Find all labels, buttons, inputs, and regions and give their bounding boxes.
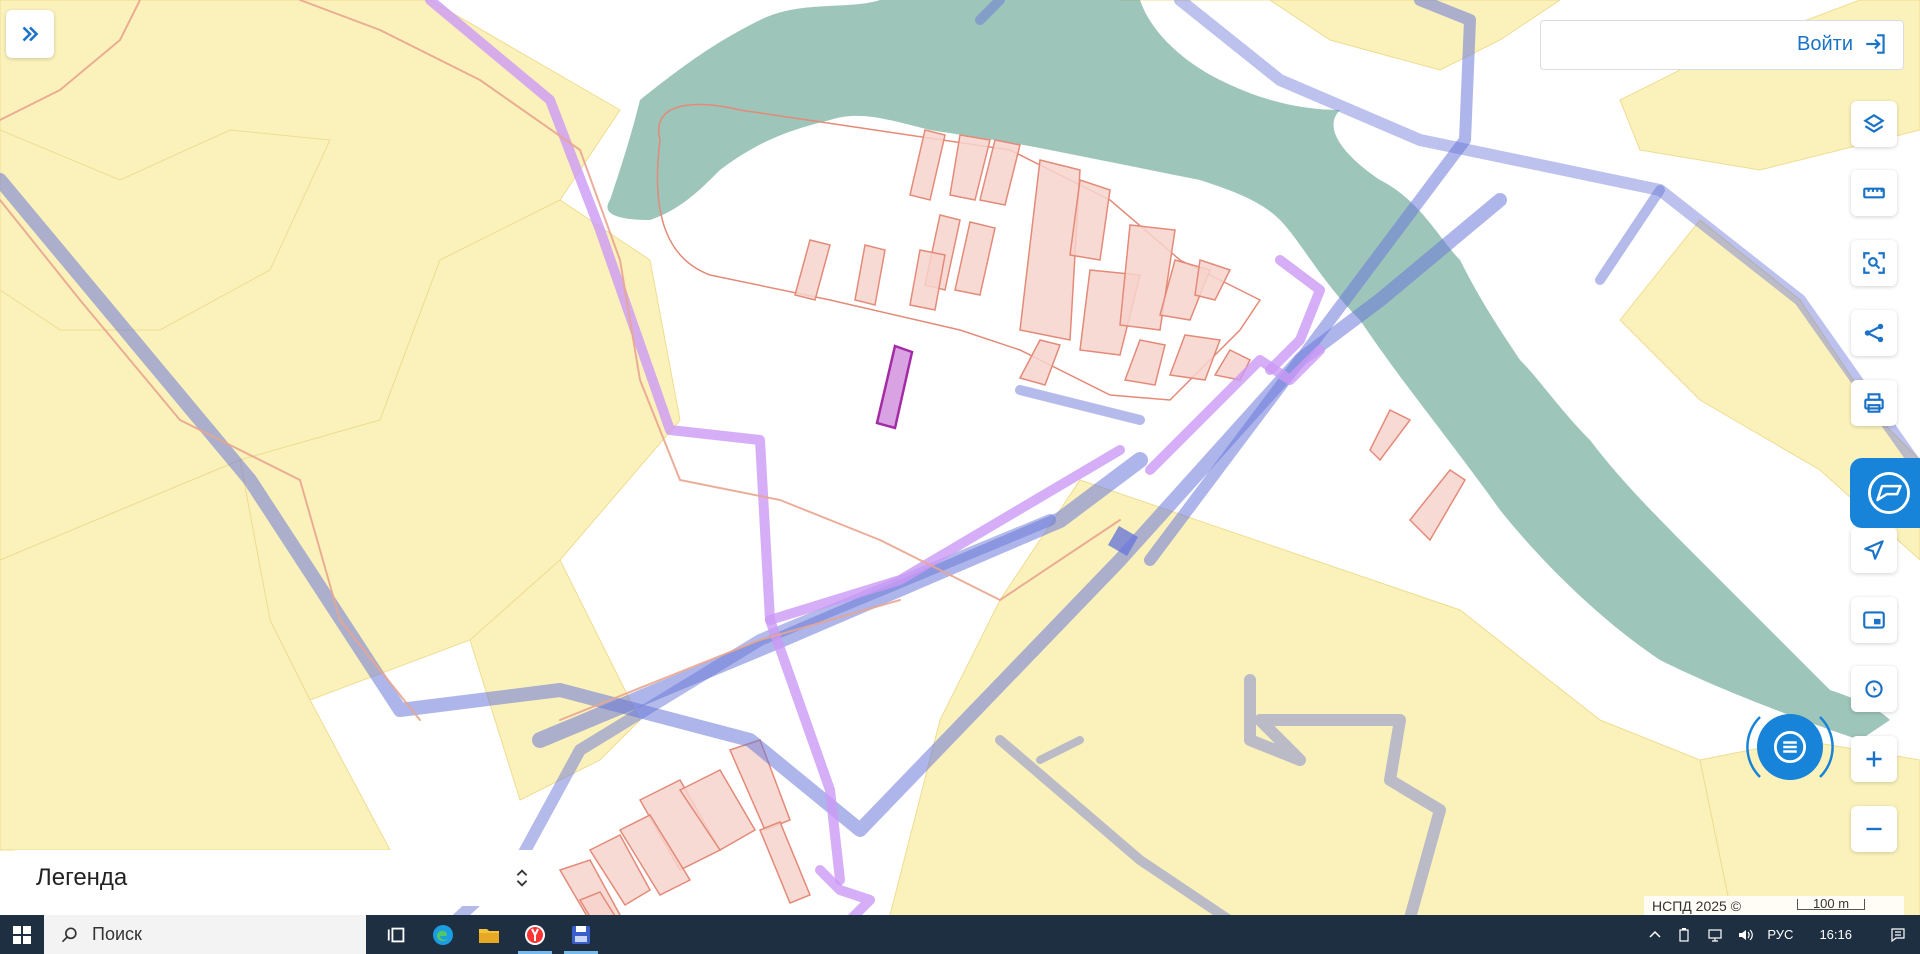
chat-icon [1773, 730, 1807, 764]
share-icon [1864, 323, 1884, 343]
chat-button[interactable] [1740, 697, 1840, 797]
chat-circle [1757, 714, 1823, 780]
scale-bar: 100 m [1797, 897, 1866, 910]
windows-logo-icon [13, 925, 31, 944]
print-icon [1864, 393, 1884, 413]
legend-title: Легенда [36, 864, 128, 891]
layers-button[interactable] [1851, 101, 1897, 147]
share-button[interactable] [1851, 310, 1897, 356]
area-search-button[interactable] [1851, 240, 1897, 286]
legend-panel[interactable]: Легенда [14, 850, 555, 906]
yandex-browser-button[interactable] [512, 915, 558, 954]
task-view-icon [387, 927, 405, 942]
zoom-in-button[interactable] [1851, 736, 1897, 782]
save-app-button[interactable] [558, 915, 604, 954]
feedback-button[interactable] [1850, 458, 1920, 528]
folder-icon [479, 928, 499, 943]
measure-button[interactable] [1851, 170, 1897, 216]
plus-icon [1866, 751, 1882, 767]
battery-icon[interactable] [1677, 927, 1693, 943]
minimap-icon [1863, 611, 1885, 629]
search-placeholder: Поиск [92, 924, 142, 944]
minimap-button[interactable] [1851, 597, 1897, 643]
map-attribution: НСПД 2025 © 100 m [1644, 896, 1904, 916]
language-indicator[interactable]: РУС [1767, 927, 1793, 942]
chevron-up-icon[interactable] [1647, 927, 1663, 943]
locate-button[interactable] [1851, 527, 1897, 573]
yandex-browser-icon [525, 924, 545, 945]
volume-icon[interactable] [1737, 927, 1754, 943]
map-app: Войти Легенда НСПД 2025 © 100 m Поиск РУ… [0, 0, 1920, 954]
login-label: Войти [1797, 32, 1853, 55]
area-search-icon [1863, 252, 1885, 274]
ruler-icon [1863, 187, 1885, 199]
login-arrow-icon [1866, 34, 1885, 54]
clock[interactable]: 16:16 [1819, 927, 1852, 942]
windows-taskbar: Поиск РУС 16:16 [0, 915, 1920, 954]
zoom-out-button[interactable] [1851, 806, 1897, 852]
double-chevron-right-icon [22, 26, 39, 42]
login-panel: Войти [1540, 20, 1904, 70]
file-explorer-button[interactable] [466, 915, 512, 954]
navigation-arrow-icon [1864, 540, 1884, 560]
login-button[interactable]: Войти [1797, 31, 1889, 57]
system-tray: РУС 16:16 [1647, 915, 1920, 954]
edge-icon [433, 924, 453, 945]
geolocation-button[interactable] [1851, 666, 1897, 712]
cadastral-map[interactable] [0, 0, 1920, 954]
feedback-icon [1868, 472, 1910, 514]
task-view-button[interactable] [374, 915, 420, 954]
edge-browser-button[interactable] [420, 915, 466, 954]
minus-icon [1866, 827, 1882, 831]
network-icon[interactable] [1707, 927, 1723, 943]
print-button[interactable] [1851, 380, 1897, 426]
expand-collapse-icon [516, 869, 528, 887]
taskbar-search[interactable]: Поиск [44, 915, 366, 954]
floppy-disk-icon [572, 925, 590, 944]
layers-icon [1863, 114, 1885, 133]
notifications-icon[interactable] [1890, 927, 1906, 943]
search-icon [61, 927, 77, 942]
start-button[interactable] [0, 915, 44, 954]
expand-panel-button[interactable] [6, 10, 54, 58]
geolocation-icon [1865, 680, 1883, 698]
attribution-text: НСПД 2025 © [1652, 898, 1742, 914]
